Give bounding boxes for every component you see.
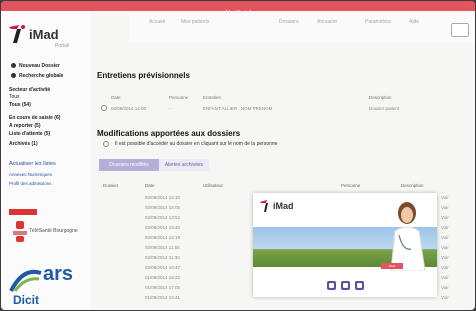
table-row-action[interactable]: Voir [441, 255, 449, 260]
nav-item-dossiers[interactable]: Dossiers [279, 19, 298, 25]
table-row-action[interactable]: Voir [441, 235, 449, 240]
sidebar-item-nouveau-dossier[interactable]: Nouveau Dossier [19, 63, 60, 69]
table-row-date: 02/09/2014 12:18 [145, 235, 181, 240]
partner-logo-telesante: TéléSanté Bourgogne [13, 219, 79, 245]
col-description: Description [369, 95, 392, 100]
grid-col-date: Date [145, 183, 155, 188]
section-title-entretiens: Entretiens prévisionnels [97, 71, 190, 80]
grid-col-utilisateur: Utilisateur [203, 183, 224, 188]
table-row-action[interactable]: Voir [441, 225, 449, 230]
col-entretien: Entretien [203, 95, 222, 100]
table-row-date: 01/09/2014 17:05 [145, 285, 181, 290]
ars-emblem-icon [9, 269, 42, 292]
table-row-action[interactable]: Voir [441, 215, 449, 220]
sidebar-item-tous[interactable]: Tous (54) [9, 102, 31, 108]
popup-badge: iMad [381, 263, 403, 269]
col-date: Date [111, 95, 121, 100]
table-row-date: 01/09/2014 16:41 [145, 295, 181, 300]
sidebar-section-label: Secteur d'activité [9, 87, 51, 93]
table-row-date: 02/09/2014 13:40 [145, 225, 181, 230]
col-personne: Personne [169, 95, 189, 100]
sidebar-link-annexes[interactable]: Annexes Numériques [9, 172, 52, 177]
row-select-radio[interactable] [101, 105, 107, 111]
popup-pause-button[interactable] [341, 281, 350, 290]
entretien-personne: - [169, 106, 171, 111]
nav-item-accueil[interactable]: Accueil [149, 19, 165, 25]
grid-col-dossier: Dossier [103, 183, 119, 188]
top-navigation: Accueil Mes patients Dossiers Annuaire P… [129, 13, 475, 43]
sidebar: iMad Portail Nouveau Dossier Recherche g… [1, 11, 91, 310]
table-row-date: 02/09/2014 11:30 [145, 255, 180, 260]
dicit-logo-text: Dicit [13, 293, 40, 307]
table-row-date: 02/09/2014 10:47 [145, 265, 181, 270]
table-row-action[interactable]: Voir [441, 285, 449, 290]
table-row-action[interactable]: Voir [441, 205, 449, 210]
table-row-date: 02/09/2014 13:52 [145, 215, 181, 220]
sidebar-link-profil[interactable]: Profil des admissions [9, 181, 52, 186]
partner1-label: TéléSanté Bourgogne [29, 228, 78, 234]
table-row-action[interactable]: Voir [441, 295, 449, 300]
info-text: Il est possible d'accéder au dossier en … [115, 141, 278, 147]
sidebar-link-actualiser[interactable]: Actualiser les listes [9, 161, 56, 167]
sidebar-filter-select[interactable]: Tous [9, 94, 20, 100]
entretien-description: Dossier patient [369, 106, 400, 111]
partner-logo-ars: ars Dicit [9, 263, 89, 310]
doctor-photo [390, 202, 426, 271]
table-row-action[interactable]: Voir [441, 245, 449, 250]
brand-name: iMad [29, 27, 59, 42]
brand-subtitle: Portail [55, 43, 70, 49]
new-folder-icon [11, 63, 16, 68]
sidebar-item-archives[interactable]: Archivés (1) [9, 141, 38, 147]
section-title-modifications: Modifications apportées aux dossiers [97, 129, 241, 138]
imad-logo-icon [9, 25, 25, 43]
promo-popup: iMad iMad [253, 193, 437, 297]
table-row-date: 02/09/2014 14:10 [145, 195, 181, 200]
popup-next-button[interactable] [355, 281, 364, 290]
nav-item-patients[interactable]: Mes patients [181, 19, 209, 25]
sidebar-item-liste-attente[interactable]: Liste d'attente (5) [9, 131, 50, 137]
nav-item-annuaire[interactable]: Annuaire [317, 19, 337, 25]
telesante-icon [13, 221, 27, 242]
table-row-action[interactable]: Voir [441, 275, 449, 280]
tab-dossiers-modifies[interactable]: Dossiers modifiés [99, 159, 159, 171]
app-window: iMad Portail Accueil Mes patients Dossie… [1, 1, 475, 310]
tab-alertes-archivees[interactable]: Alertes archivées [159, 159, 209, 171]
table-row-date: 02/09/2014 11:56 [145, 245, 180, 250]
popup-prev-button[interactable] [327, 281, 336, 290]
title-bar: iMad Portail [1, 1, 475, 16]
sidebar-item-a-reporter[interactable]: A reporter (5) [9, 123, 41, 129]
partner-banner [9, 209, 37, 215]
table-row-action[interactable]: Voir [441, 265, 449, 270]
popup-brand: iMad [273, 201, 294, 211]
grid-col-description: Description [401, 183, 424, 188]
nav-item-aide[interactable]: Aide [409, 19, 419, 25]
sidebar-item-en-cours[interactable]: En cours de saisie (6) [9, 115, 60, 121]
ars-logo-text: ars [43, 263, 74, 285]
table-row-action[interactable]: Voir [441, 195, 449, 200]
table-row-date: 02/09/2014 14:05 [145, 205, 181, 210]
info-radio[interactable] [103, 141, 109, 147]
sidebar-item-recherche[interactable]: Recherche globale [19, 73, 63, 79]
entretien-nom[interactable]: ENFANT ALLIER : NOM PRENOM [203, 106, 272, 111]
search-icon [11, 73, 16, 78]
table-row-date: 01/09/2014 18:22 [145, 275, 181, 280]
imad-logo-icon [260, 200, 268, 212]
grid-col-personne: Personne [341, 183, 361, 188]
entretien-date: 02/09/2014 14:00 [111, 106, 147, 111]
nav-item-parametres[interactable]: Paramètres [365, 19, 391, 25]
user-menu-button[interactable] [451, 23, 469, 37]
